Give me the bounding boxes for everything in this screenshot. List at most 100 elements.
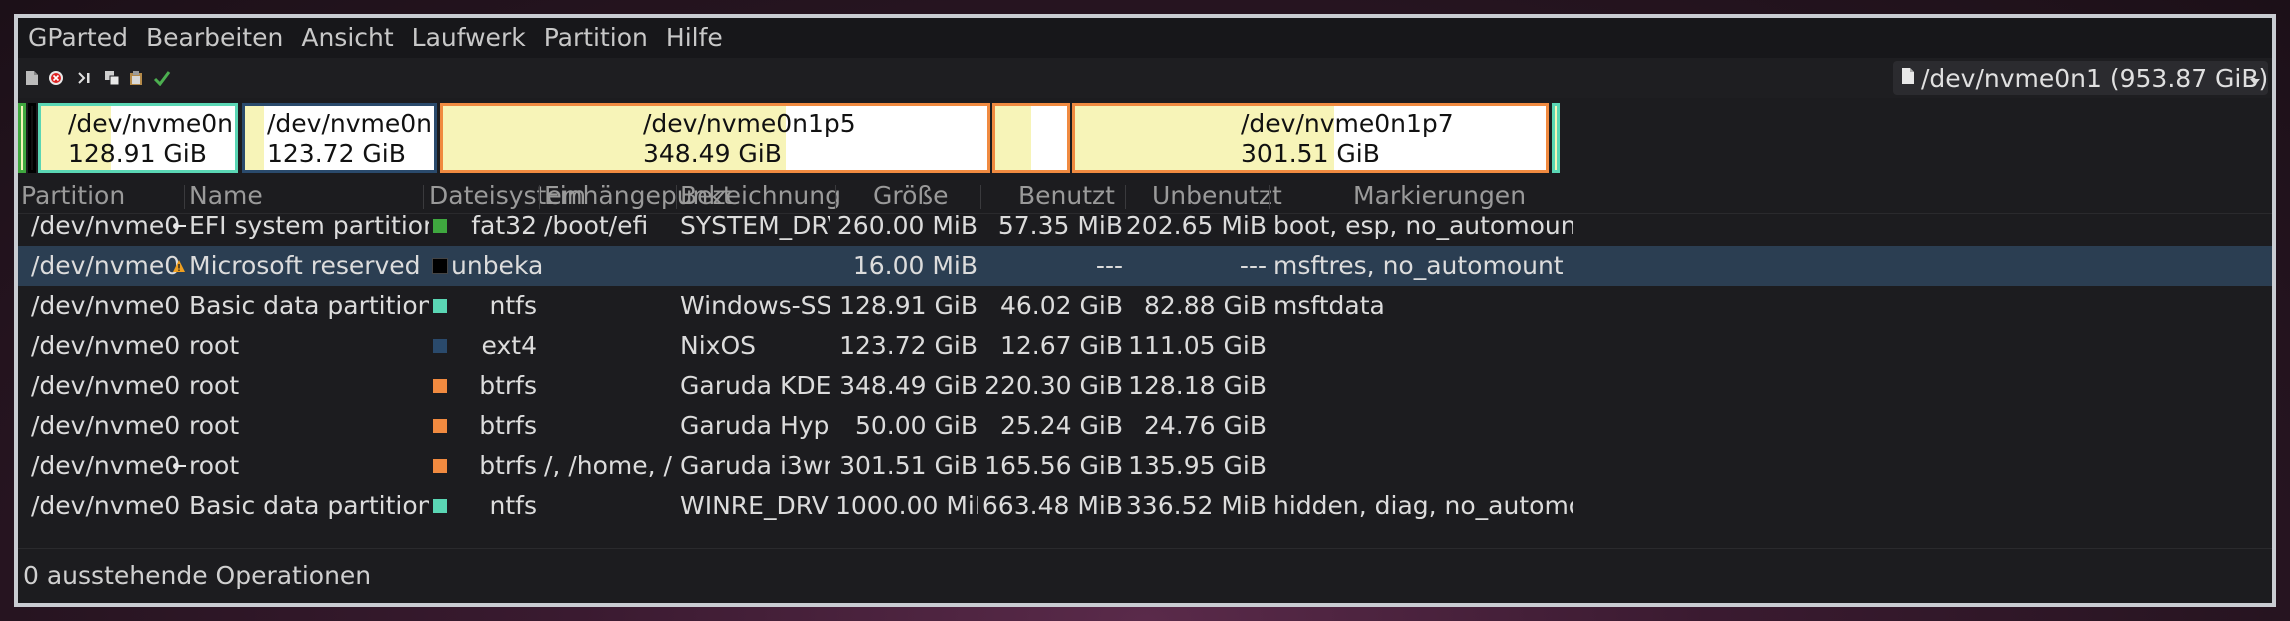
map-p5-size: 348.49 GiB <box>643 139 782 168</box>
mountpoint-cell <box>544 366 674 406</box>
map-partition-p3[interactable]: /dev/nvme0n1p3 128.91 GiB <box>38 103 238 173</box>
resize-move-icon <box>76 70 92 86</box>
filesystem-color-swatch <box>433 219 447 233</box>
size-cell: 1000.00 MiB <box>835 491 978 520</box>
map-partition-p6[interactable] <box>992 103 1070 173</box>
mountpoint-cell <box>544 326 674 366</box>
name-cell: Basic data partition <box>189 491 429 520</box>
map-p5-name: /dev/nvme0n1p5 <box>643 109 856 138</box>
paste-button[interactable] <box>124 66 148 90</box>
menu-ansicht[interactable]: Ansicht <box>292 18 402 58</box>
table-row[interactable]: /dev/nvme0n1p4Basic data partitionntfsWI… <box>18 486 2272 526</box>
delete-icon <box>48 70 64 86</box>
delete-partition-button[interactable] <box>44 66 68 90</box>
mountpoint-cell <box>544 286 674 326</box>
filesystem-color-swatch <box>433 499 447 513</box>
flags-cell: msftdata <box>1273 291 1385 320</box>
label-cell: Garuda Hyprland <box>680 411 830 440</box>
table-row[interactable]: /dev/nvme0n1p2 Microsoft reserved partiti… <box>18 246 2272 286</box>
gparted-window: GParted Bearbeiten Ansicht Laufwerk Part… <box>14 14 2276 607</box>
flags-cell <box>1273 446 1573 486</box>
menubar: GParted Bearbeiten Ansicht Laufwerk Part… <box>18 18 2272 58</box>
size-cell: 50.00 GiB <box>855 411 978 440</box>
name-cell: Microsoft reserved partition <box>189 251 429 280</box>
map-partition-p1[interactable] <box>18 103 26 173</box>
map-partition-p8[interactable]: /dev/nvme0n1p8 123.72 GiB <box>242 103 437 173</box>
unused-cell: 202.65 MiB <box>1125 211 1267 240</box>
name-cell: Basic data partition <box>189 291 429 320</box>
unused-cell: 336.52 MiB <box>1125 491 1267 520</box>
filesystem-color-swatch <box>433 459 447 473</box>
label-cell: NixOS <box>680 331 756 360</box>
unused-cell: --- <box>1239 251 1267 280</box>
status-bar: 0 ausstehende Operationen <box>18 548 2272 603</box>
map-p8-name: /dev/nvme0n1p8 <box>267 109 434 138</box>
menu-bearbeiten[interactable]: Bearbeiten <box>137 18 292 58</box>
partition-cell: /dev/nvme0n1p1 <box>31 211 181 240</box>
partition-cell: /dev/nvme0n1p4 <box>31 491 181 520</box>
mountpoint-cell <box>544 246 674 286</box>
name-cell: root <box>189 331 240 360</box>
filesystem-color-swatch <box>433 339 447 353</box>
table-row[interactable]: /dev/nvme0n1p7rootbtrfs/, /home, /ro...G… <box>18 446 2272 486</box>
mountpoint-cell: /, /home, /ro... <box>544 451 674 480</box>
label-cell: Garuda KDE <box>680 371 830 400</box>
paste-icon <box>129 70 143 86</box>
chevron-down-icon <box>2250 71 2260 90</box>
table-row[interactable]: /dev/nvme0n1p3Basic data partitionntfsWi… <box>18 286 2272 326</box>
flags-cell: msftres, no_automount <box>1273 251 1564 280</box>
used-cell: 12.67 GiB <box>1000 331 1123 360</box>
mountpoint-cell <box>544 406 674 446</box>
label-cell: SYSTEM_DRV <box>680 211 830 240</box>
toolbar: /dev/nvme0n1 (953.87 GiB) <box>18 58 2272 98</box>
unused-cell: 111.05 GiB <box>1128 331 1267 360</box>
new-icon <box>25 70 39 86</box>
warning-icon <box>172 258 186 277</box>
menu-hilfe[interactable]: Hilfe <box>657 18 732 58</box>
map-partition-p5[interactable]: /dev/nvme0n1p5 348.49 GiB <box>440 103 990 173</box>
label-cell <box>680 246 830 286</box>
flags-cell <box>1273 366 1573 406</box>
unused-cell: 82.88 GiB <box>1144 291 1267 320</box>
used-cell: 220.30 GiB <box>984 371 1123 400</box>
table-row[interactable]: /dev/nvme0n1p6rootbtrfsGaruda Hyprland50… <box>18 406 2272 446</box>
pending-operations-status: 0 ausstehende Operationen <box>23 561 372 590</box>
size-cell: 260.00 MiB <box>836 211 978 240</box>
device-label: /dev/nvme0n1 (953.87 GiB) <box>1921 63 2269 93</box>
flags-cell <box>1273 406 1573 446</box>
table-row[interactable]: /dev/nvme0n1p8rootext4NixOS123.72 GiB12.… <box>18 326 2272 366</box>
map-partition-p2[interactable] <box>28 103 36 173</box>
new-partition-button[interactable] <box>20 66 44 90</box>
menu-laufwerk[interactable]: Laufwerk <box>403 18 535 58</box>
used-cell: --- <box>1095 251 1123 280</box>
partition-cell: /dev/nvme0n1p7 <box>31 451 181 480</box>
resize-move-button[interactable] <box>72 66 96 90</box>
table-row[interactable]: /dev/nvme0n1p5rootbtrfsGaruda KDE348.49 … <box>18 366 2272 406</box>
name-cell: EFI system partition <box>189 211 429 240</box>
size-cell: 128.91 GiB <box>839 291 978 320</box>
name-cell: root <box>189 451 240 480</box>
used-cell: 25.24 GiB <box>1000 411 1123 440</box>
map-p7-name: /dev/nvme0n1p7 <box>1241 109 1454 138</box>
map-p8-used-fill <box>245 106 264 170</box>
used-cell: 165.56 GiB <box>984 451 1123 480</box>
apply-button[interactable] <box>150 66 174 90</box>
label-cell: Windows-SSD <box>680 291 830 320</box>
menu-partition[interactable]: Partition <box>535 18 657 58</box>
map-partition-p7[interactable]: /dev/nvme0n1p7 301.51 GiB <box>1072 103 1549 173</box>
used-cell: 57.35 MiB <box>997 211 1123 240</box>
disk-icon <box>1901 67 1915 89</box>
name-cell: root <box>189 411 240 440</box>
mountpoint-cell <box>544 486 674 526</box>
partition-cell: /dev/nvme0n1p8 <box>31 331 181 360</box>
partition-cell: /dev/nvme0n1p5 <box>31 371 181 400</box>
menu-gparted[interactable]: GParted <box>18 18 137 58</box>
device-selector[interactable]: /dev/nvme0n1 (953.87 GiB) <box>1893 61 2268 95</box>
table-row[interactable]: /dev/nvme0n1p1EFI system partitionfat32/… <box>18 206 2272 246</box>
unused-cell: 128.18 GiB <box>1128 371 1267 400</box>
flags-cell: boot, esp, no_automount <box>1273 211 1573 240</box>
filesystem-color-swatch <box>433 299 447 313</box>
copy-button[interactable] <box>100 66 124 90</box>
map-partition-p4[interactable] <box>1552 103 1560 173</box>
size-cell: 123.72 GiB <box>839 331 978 360</box>
